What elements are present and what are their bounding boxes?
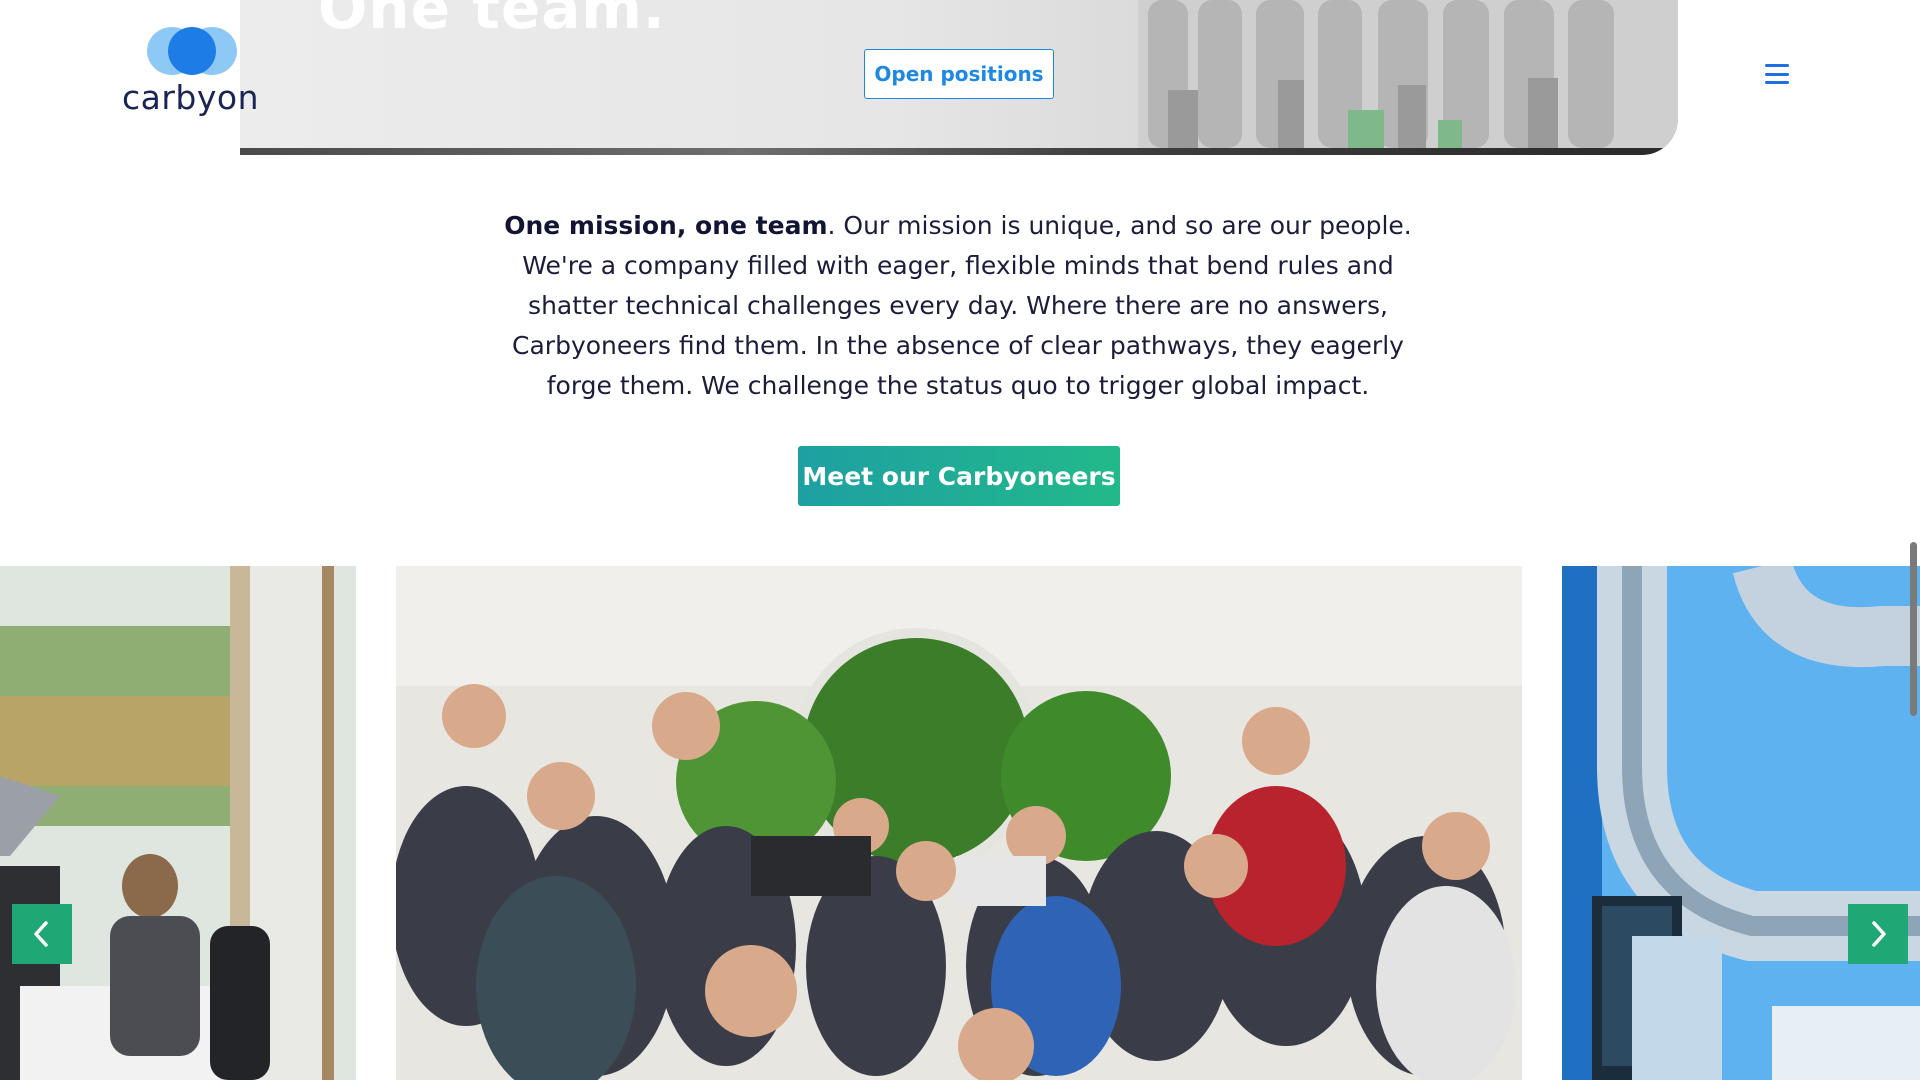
hero-title: One team. (318, 0, 666, 42)
scrollbar-thumb[interactable] (1910, 542, 1917, 716)
carousel-next-button[interactable] (1848, 904, 1908, 964)
menu-bar (1765, 64, 1789, 67)
open-positions-button[interactable]: Open positions (864, 49, 1054, 99)
carbyon-logo[interactable]: carbyon (122, 22, 262, 122)
hamburger-menu-icon[interactable] (1762, 62, 1792, 86)
lab-pipes-photo (1562, 566, 1920, 1080)
logo-text: carbyon (122, 78, 260, 117)
office-window-photo (0, 566, 356, 1080)
hero-divider (240, 148, 1678, 155)
intro-lead: One mission, one team (504, 211, 828, 240)
chevron-left-icon (34, 921, 48, 947)
carousel-slide-team (396, 566, 1522, 1080)
menu-bar (1765, 81, 1789, 84)
menu-bar (1765, 72, 1789, 76)
carousel-slide-office (0, 566, 356, 1080)
carousel-prev-button[interactable] (12, 904, 72, 964)
team-meeting-photo (396, 566, 1522, 1080)
hero-crowd-image (1138, 0, 1678, 148)
logo-mark-icon (147, 27, 237, 75)
page-scrollbar[interactable] (1908, 0, 1920, 1080)
meet-carbyoneers-button[interactable]: Meet our Carbyoneers (798, 446, 1120, 506)
intro-paragraph: One mission, one team. Our mission is un… (496, 206, 1420, 406)
chevron-right-icon (1872, 921, 1886, 947)
carousel-slide-lab (1562, 566, 1920, 1080)
